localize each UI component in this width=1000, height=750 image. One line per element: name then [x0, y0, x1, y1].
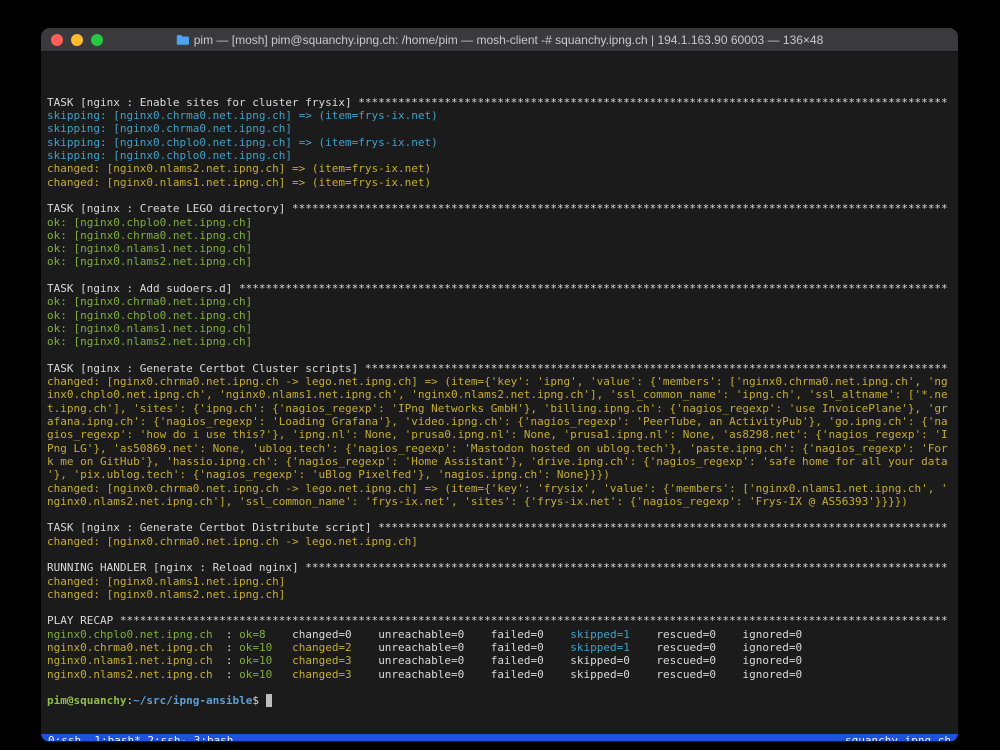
terminal-line: TASK [nginx : Add sudoers.d] ***********… — [47, 282, 952, 295]
terminal-line: ok: [nginx0.chplo0.net.ipng.ch] — [47, 216, 952, 229]
terminal-line: Png LG'}, 'as50869.net': None, 'ublog.te… — [47, 442, 952, 455]
terminal-window: pim — [mosh] pim@squanchy.ipng.ch: /home… — [41, 28, 958, 742]
terminal-line: changed: [nginx0.nlams2.net.ipng.ch] => … — [47, 162, 952, 175]
terminal-line — [47, 548, 952, 561]
terminal-line — [47, 269, 952, 282]
terminal-line: skipping: [nginx0.chrma0.net.ipng.ch] — [47, 122, 952, 135]
minimize-button[interactable] — [71, 34, 83, 46]
zoom-button[interactable] — [91, 34, 103, 46]
terminal-line: PLAY RECAP *****************************… — [47, 614, 952, 627]
terminal-line: nginx0.nlams2.net.ipng.ch'], 'ssl_common… — [47, 495, 952, 508]
terminal-line: ok: [nginx0.nlams2.net.ipng.ch] — [47, 255, 952, 268]
terminal-line — [47, 601, 952, 614]
terminal-line: ok: [nginx0.nlams1.net.ipng.ch] — [47, 322, 952, 335]
terminal-line: changed: [nginx0.nlams1.net.ipng.ch] => … — [47, 176, 952, 189]
terminal-line: changed: [nginx0.chrma0.net.ipng.ch -> l… — [47, 482, 952, 495]
screen-status-bar: 0:ssh 1:bash* 2:ssh- 3:bash squanchy.ipn… — [41, 734, 958, 741]
terminal-line: pim@squanchy:~/src/ipng-ansible$ — [47, 694, 952, 707]
status-hostname: squanchy.ipng.ch — [845, 734, 951, 741]
terminal-line: gios_regexp': 'how do i use this?'}, 'ip… — [47, 428, 952, 441]
terminal-line — [47, 349, 952, 362]
terminal-line: ok: [nginx0.nlams2.net.ipng.ch] — [47, 335, 952, 348]
terminal-line — [47, 681, 952, 694]
terminal-line: ok: [nginx0.nlams1.net.ipng.ch] — [47, 242, 952, 255]
terminal-line: t.ipng.ch'], 'sites': {'ipng.ch': {'nagi… — [47, 402, 952, 415]
terminal-line: afana.ipng.ch': {'nagios_regexp': 'Loadi… — [47, 415, 952, 428]
terminal-rows: TASK [nginx : Enable sites for cluster f… — [47, 83, 952, 708]
terminal-line: ok: [nginx0.chrma0.net.ipng.ch] — [47, 229, 952, 242]
close-button[interactable] — [51, 34, 63, 46]
terminal-line: inx0.chplo0.net.ipng.ch', 'nginx0.nlams1… — [47, 388, 952, 401]
terminal-line: TASK [nginx : Create LEGO directory] ***… — [47, 202, 952, 215]
terminal-line — [47, 83, 952, 96]
terminal-line: TASK [nginx : Enable sites for cluster f… — [47, 96, 952, 109]
terminal-line: '}, 'pix.ublog.tech': {'nagios_regexp': … — [47, 468, 952, 481]
terminal-line: changed: [nginx0.nlams1.net.ipng.ch] — [47, 575, 952, 588]
terminal-line: ok: [nginx0.chrma0.net.ipng.ch] — [47, 295, 952, 308]
window-titlebar[interactable]: pim — [mosh] pim@squanchy.ipng.ch: /home… — [41, 28, 958, 52]
terminal-cursor — [266, 694, 273, 707]
terminal-line: nginx0.nlams1.net.ipng.ch : ok=10 change… — [47, 654, 952, 667]
terminal-line: RUNNING HANDLER [nginx : Reload nginx] *… — [47, 561, 952, 574]
desktop: pim — [mosh] pim@squanchy.ipng.ch: /home… — [0, 0, 1000, 750]
terminal-line — [47, 189, 952, 202]
terminal-line: changed: [nginx0.chrma0.net.ipng.ch -> l… — [47, 535, 952, 548]
folder-icon — [176, 34, 189, 45]
status-windows-list: 0:ssh 1:bash* 2:ssh- 3:bash — [48, 734, 233, 741]
terminal-line: skipping: [nginx0.chplo0.net.ipng.ch] — [47, 149, 952, 162]
terminal-line: nginx0.chrma0.net.ipng.ch : ok=10 change… — [47, 641, 952, 654]
terminal-line: changed: [nginx0.nlams2.net.ipng.ch] — [47, 588, 952, 601]
terminal-line: nginx0.chplo0.net.ipng.ch : ok=8 changed… — [47, 628, 952, 641]
terminal-line: k me on GitHub'}, 'hassio.ipng.ch': {'na… — [47, 455, 952, 468]
terminal-output[interactable]: TASK [nginx : Enable sites for cluster f… — [41, 52, 958, 741]
terminal-line: nginx0.nlams2.net.ipng.ch : ok=10 change… — [47, 668, 952, 681]
terminal-line: TASK [nginx : Generate Certbot Distribut… — [47, 521, 952, 534]
terminal-line: skipping: [nginx0.chrma0.net.ipng.ch] =>… — [47, 109, 952, 122]
window-title-text: pim — [mosh] pim@squanchy.ipng.ch: /home… — [194, 33, 824, 47]
terminal-line: ok: [nginx0.chplo0.net.ipng.ch] — [47, 309, 952, 322]
terminal-line — [47, 508, 952, 521]
window-title: pim — [mosh] pim@squanchy.ipng.ch: /home… — [176, 33, 824, 47]
terminal-line: TASK [nginx : Generate Certbot Cluster s… — [47, 362, 952, 375]
terminal-line: changed: [nginx0.chrma0.net.ipng.ch -> l… — [47, 375, 952, 388]
traffic-lights — [51, 28, 103, 51]
terminal-line: skipping: [nginx0.chplo0.net.ipng.ch] =>… — [47, 136, 952, 149]
